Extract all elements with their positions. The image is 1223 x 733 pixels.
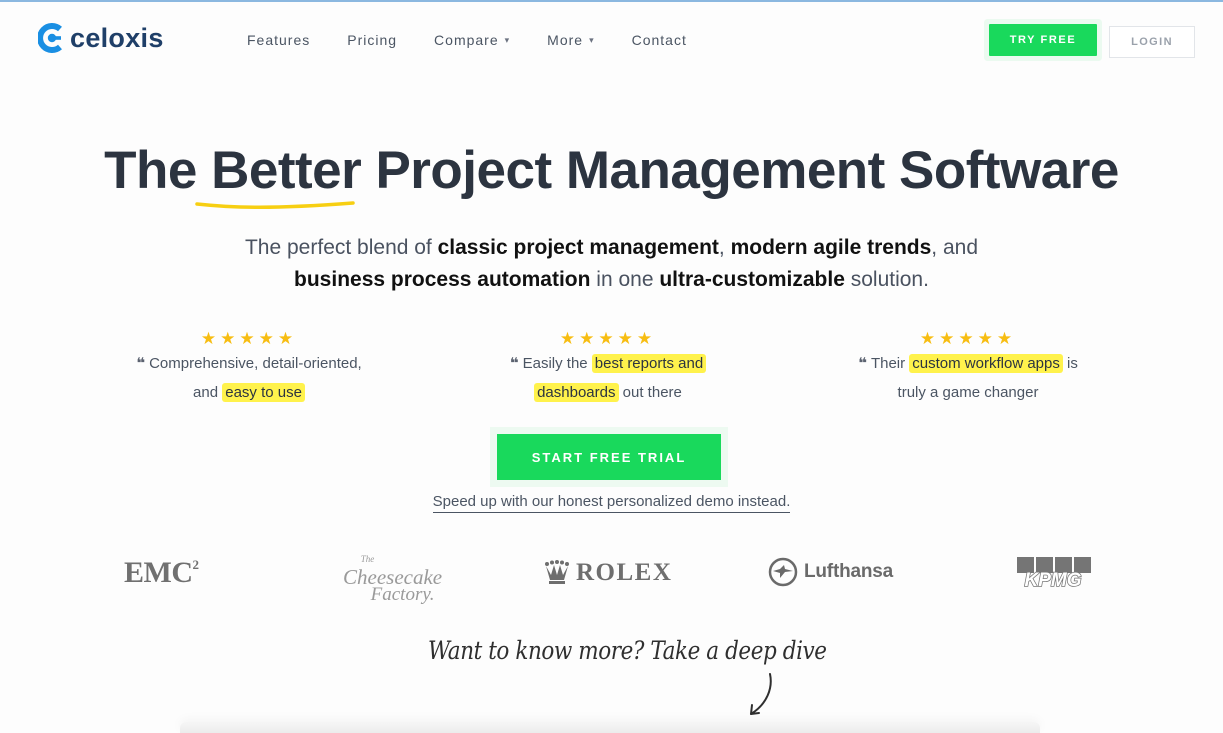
sub2-bold2: ultra-customizable bbox=[659, 268, 845, 291]
cheesecake-factory-logo: The Cheesecake Factory. bbox=[343, 550, 442, 604]
kpmg-logo: KPMG bbox=[1013, 557, 1093, 594]
nav-features-label: Features bbox=[247, 32, 311, 48]
nav-compare-label: Compare bbox=[434, 32, 499, 48]
nav-pricing[interactable]: Pricing bbox=[347, 32, 397, 48]
nav-contact-label: Contact bbox=[631, 32, 687, 48]
headline-underline-stroke bbox=[195, 201, 355, 209]
kpmg-logo-graphic: KPMG bbox=[1017, 557, 1091, 592]
chevron-down-icon: ▾ bbox=[589, 34, 595, 45]
t1-highlight: easy to use bbox=[222, 383, 305, 402]
testimonial-1-line2: and easy to use bbox=[99, 378, 399, 407]
celoxis-logo-icon bbox=[38, 23, 62, 53]
quote-icon: ❝ bbox=[509, 355, 519, 372]
quote-icon: ❝ bbox=[858, 355, 867, 372]
rolex-text: ROLEX bbox=[576, 559, 673, 586]
t2-line2-post: out there bbox=[618, 384, 682, 401]
kpmg-text: KPMG bbox=[1025, 570, 1082, 589]
try-free-button[interactable]: TRY FREE bbox=[989, 24, 1097, 56]
sub1-bold2: modern agile trends bbox=[730, 236, 932, 259]
testimonial-3-line1: ❝ Their custom workflow apps is bbox=[818, 349, 1118, 378]
arrow-down-icon bbox=[750, 673, 772, 715]
rolex-logo: ROLEX bbox=[544, 559, 672, 587]
headline-after: Project Management Software bbox=[361, 141, 1119, 200]
sub1-text2: , bbox=[718, 236, 731, 259]
nav-more-label: More bbox=[547, 32, 584, 48]
celoxis-logo[interactable]: celoxis bbox=[38, 22, 164, 54]
emc-text: EMC bbox=[124, 556, 193, 589]
login-button[interactable]: LOGIN bbox=[1109, 26, 1195, 58]
start-free-trial-button[interactable]: START FREE TRIAL bbox=[497, 434, 721, 480]
hero-subtitle-line2: business process automation in one ultra… bbox=[0, 268, 1223, 292]
testimonial-2-line1: ❝ Easily the best reports and bbox=[458, 349, 758, 378]
main-nav: Features Pricing Compare ▾ More ▾ Contact bbox=[247, 32, 724, 48]
deep-dive-heading: Want to know more? Take a deep dive bbox=[428, 636, 827, 665]
star-rating-icon: ★★★★★ bbox=[200, 329, 298, 348]
t3-line1-pre: Their bbox=[870, 355, 910, 372]
rolex-crown-icon bbox=[545, 560, 569, 584]
sub2-bold1: business process automation bbox=[294, 268, 591, 291]
t1-line2-pre: and bbox=[193, 384, 223, 401]
demo-link-wrapper: Speed up with our honest personalized de… bbox=[0, 493, 1223, 513]
brand-name: celoxis bbox=[70, 22, 164, 53]
t1-line1-text: Comprehensive, detail-oriented, bbox=[149, 355, 362, 372]
page-title: The Better Project Management Software bbox=[0, 140, 1223, 201]
sub1-text3: , and bbox=[931, 236, 979, 259]
sub2-text1: in one bbox=[590, 268, 660, 291]
nav-contact[interactable]: Contact bbox=[632, 32, 687, 48]
sub1-text1: The perfect blend of bbox=[244, 236, 438, 259]
t2-line1-pre: Easily the bbox=[522, 355, 592, 372]
testimonial-3: ★★★★★ ❝ Their custom workflow apps is tru… bbox=[818, 329, 1118, 407]
nav-more[interactable]: More ▾ bbox=[547, 32, 594, 48]
star-rating-icon: ★★★★★ bbox=[919, 329, 1017, 348]
nav-compare[interactable]: Compare ▾ bbox=[434, 32, 510, 48]
sub2-text2: solution. bbox=[844, 268, 929, 291]
headline-emphasis: Better bbox=[211, 141, 362, 200]
star-rating-icon: ★★★★★ bbox=[559, 329, 657, 348]
testimonial-1: ★★★★★ ❝ Comprehensive, detail-oriented, a… bbox=[99, 329, 399, 407]
testimonial-2: ★★★★★ ❝ Easily the best reports and dashb… bbox=[458, 329, 758, 407]
hero-subtitle-line1: The perfect blend of classic project man… bbox=[0, 236, 1223, 260]
testimonial-2-line2: dashboards out there bbox=[458, 378, 758, 407]
sub1-bold1: classic project management bbox=[437, 236, 719, 259]
headline-before: The bbox=[104, 141, 212, 200]
nav-features[interactable]: Features bbox=[247, 32, 310, 48]
emc-logo: EMC2 bbox=[124, 556, 199, 590]
quote-icon: ❝ bbox=[136, 355, 146, 372]
t2-highlight-2: dashboards bbox=[534, 383, 619, 402]
emc-superscript: 2 bbox=[192, 557, 200, 572]
t3-highlight: custom workflow apps bbox=[909, 354, 1063, 373]
next-section-edge bbox=[180, 722, 1040, 733]
lufthansa-logo: Lufthansa bbox=[768, 557, 893, 587]
site-header: celoxis Features Pricing Compare ▾ More ▾ … bbox=[0, 2, 1223, 78]
testimonial-1-line1: ❝ Comprehensive, detail-oriented, bbox=[99, 349, 399, 378]
lufthansa-text: Lufthansa bbox=[804, 561, 893, 582]
testimonial-3-line2: truly a game changer bbox=[897, 384, 1039, 401]
personalized-demo-link[interactable]: Speed up with our honest personalized de… bbox=[432, 493, 791, 513]
lufthansa-crane-icon bbox=[768, 557, 798, 587]
nav-pricing-label: Pricing bbox=[347, 32, 398, 48]
chevron-down-icon: ▾ bbox=[504, 34, 511, 45]
t3-line1-post: is bbox=[1062, 355, 1078, 372]
t2-highlight-1: best reports and bbox=[591, 354, 707, 373]
